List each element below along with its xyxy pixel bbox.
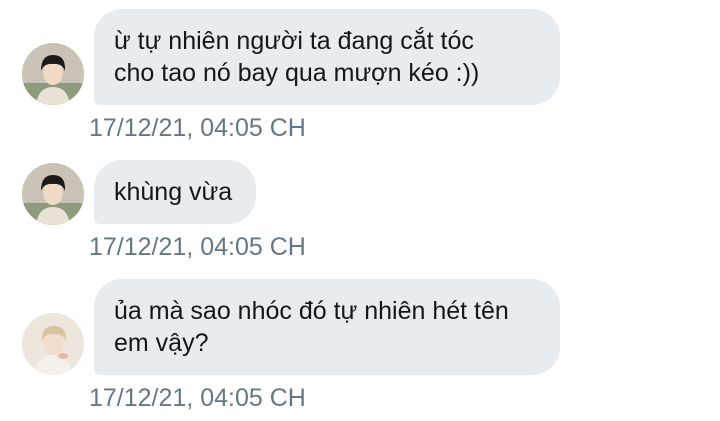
message-bubble[interactable]: ừ tự nhiên người ta đang cắt tóc cho tao… — [94, 9, 560, 105]
message-text-line: em vậy? — [114, 329, 209, 357]
avatar[interactable] — [22, 43, 84, 105]
chat-screen: { "messages": [ { "lines": ["ừ tự nhiên … — [0, 0, 720, 421]
message-bubble[interactable]: khùng vừa — [94, 160, 256, 224]
avatar[interactable] — [22, 313, 84, 375]
avatar[interactable] — [22, 163, 84, 225]
message-timestamp: 17/12/21, 04:05 CH — [89, 114, 306, 142]
avatar-dark-hair-icon — [22, 43, 84, 105]
message-text-line: ừ tự nhiên người ta đang cắt tóc — [114, 27, 474, 55]
message-timestamp: 17/12/21, 04:05 CH — [89, 384, 306, 412]
message-bubble[interactable]: ủa mà sao nhóc đó tự nhiên hét tên em vậ… — [94, 279, 560, 375]
message-timestamp: 17/12/21, 04:05 CH — [89, 233, 306, 261]
message-text-line: khùng vừa — [114, 178, 233, 206]
message-text-line: ủa mà sao nhóc đó tự nhiên hét tên — [114, 297, 509, 325]
message-text-line: cho tao nó bay qua mượn kéo :)) — [114, 59, 480, 87]
avatar-light-hair-icon — [22, 313, 84, 375]
avatar-dark-hair-icon — [22, 163, 84, 225]
